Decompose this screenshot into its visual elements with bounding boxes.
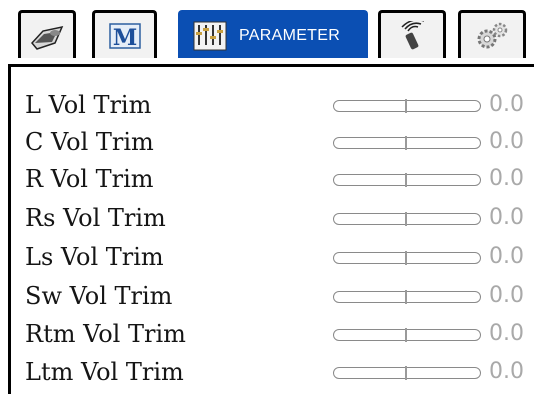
tab-parameter[interactable]: PARAMETER (178, 10, 368, 58)
slider-center-mark (405, 366, 407, 380)
slider-center-mark (405, 212, 407, 226)
trim-value: 0.0 (489, 205, 524, 230)
tab-mode[interactable]: M (92, 10, 157, 58)
trim-slider[interactable] (333, 173, 481, 187)
trim-slider[interactable] (333, 290, 481, 304)
slider-center-mark (405, 251, 407, 265)
svg-text:M: M (112, 25, 136, 51)
trim-slider[interactable] (333, 366, 481, 380)
trim-value: 0.0 (489, 321, 524, 346)
trim-label: Sw Vol Trim (25, 282, 173, 310)
trim-row-c: C Vol Trim 0.0 (25, 124, 534, 160)
equalizer-icon (191, 20, 229, 52)
trim-row-ltm: Ltm Vol Trim 0.0 (25, 354, 534, 390)
trim-slider[interactable] (333, 328, 481, 342)
trim-slider[interactable] (333, 251, 481, 265)
trim-label: Rtm Vol Trim (25, 320, 186, 348)
trim-value: 0.0 (489, 244, 524, 269)
trim-row-rtm: Rtm Vol Trim 0.0 (25, 316, 534, 352)
parameter-panel: L Vol Trim 0.0 C Vol Trim 0.0 R Vol Trim… (8, 64, 534, 394)
tab-remote[interactable] (378, 10, 446, 58)
trim-row-rs: Rs Vol Trim 0.0 (25, 200, 534, 236)
trim-label: Ls Vol Trim (25, 243, 164, 271)
tab-bar: M PARAMETER (0, 0, 534, 64)
trim-value: 0.0 (489, 359, 524, 384)
trim-slider[interactable] (333, 212, 481, 226)
trim-value: 0.0 (489, 283, 524, 308)
trim-label: R Vol Trim (25, 165, 154, 193)
remote-signal-icon (393, 20, 431, 52)
trim-row-ls: Ls Vol Trim 0.0 (25, 239, 534, 275)
slider-center-mark (405, 290, 407, 304)
tab-speaker[interactable] (18, 10, 76, 58)
trim-label: L Vol Trim (25, 91, 152, 119)
trim-slider[interactable] (333, 99, 481, 113)
trim-row-l: L Vol Trim 0.0 (25, 87, 534, 123)
speaker-icon (28, 20, 66, 52)
slider-center-mark (405, 99, 407, 113)
trim-value: 0.0 (489, 129, 524, 154)
tab-parameter-label: PARAMETER (239, 26, 341, 44)
trim-row-sw: Sw Vol Trim 0.0 (25, 278, 534, 314)
trim-label: C Vol Trim (25, 128, 154, 156)
trim-value: 0.0 (489, 166, 524, 191)
trim-label: Ltm Vol Trim (25, 358, 184, 386)
trim-value: 0.0 (489, 92, 524, 117)
tab-settings[interactable] (458, 10, 526, 58)
slider-center-mark (405, 173, 407, 187)
gears-icon (473, 20, 511, 52)
slider-center-mark (405, 328, 407, 342)
slider-center-mark (405, 136, 407, 150)
trim-slider[interactable] (333, 136, 481, 150)
trim-label: Rs Vol Trim (25, 204, 166, 232)
trim-row-r: R Vol Trim 0.0 (25, 161, 534, 197)
m-logo-icon: M (106, 20, 144, 52)
